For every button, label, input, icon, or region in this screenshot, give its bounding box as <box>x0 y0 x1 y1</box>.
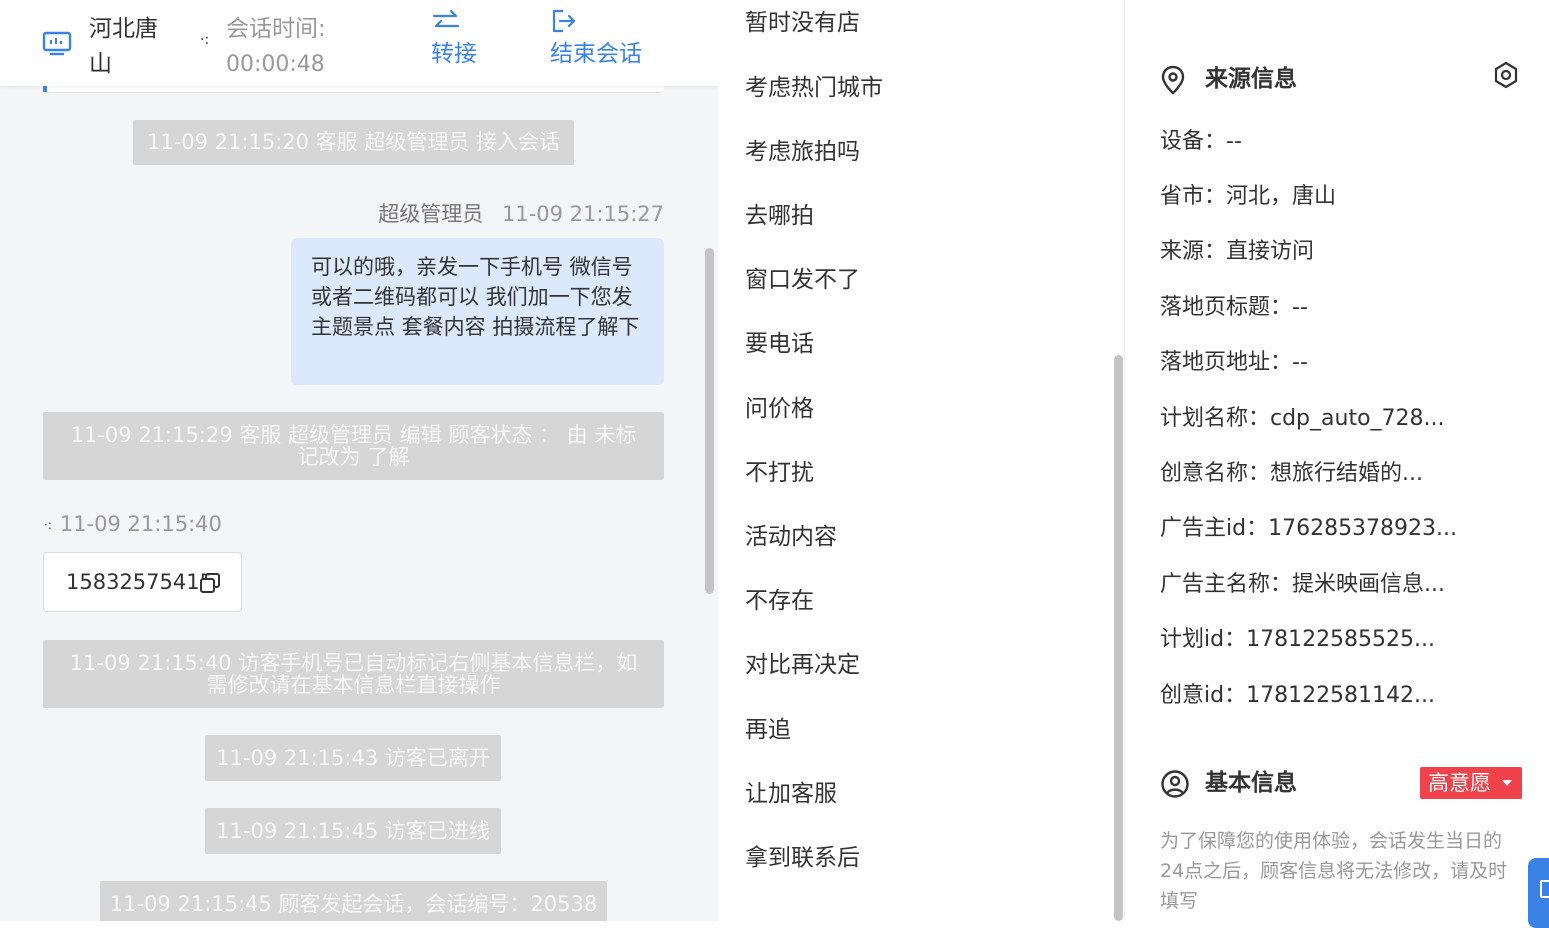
quick-reply-item[interactable]: 活动内容 <box>745 522 837 552</box>
source-plan-id: 计划id：178122585525... <box>1160 627 1436 652</box>
intent-level-label: 高意愿 <box>1428 771 1491 795</box>
system-message-started: 11-09 21:15:45 顾客发起会话，会话编号：20538 <box>100 881 607 921</box>
source-creative-name: 创意名称：想旅行结婚的... <box>1160 461 1423 486</box>
end-session-button[interactable]: 结束会话 <box>550 8 642 72</box>
source-creative-id: 创意id：178122581142... <box>1160 683 1436 708</box>
system-message-left: 11-09 21:15:43 访客已离开 <box>205 735 501 781</box>
edit-icon <box>1540 880 1549 898</box>
quick-reply-item[interactable]: 去哪拍 <box>745 201 814 231</box>
agent-name: 超级管理员 <box>378 202 484 226</box>
user-circle-icon <box>1161 770 1189 798</box>
transfer-label: 转接 <box>431 41 477 67</box>
visitor-avatar-icon: ·: <box>44 518 52 532</box>
visitor-phone-message: 15832575415 <box>43 552 242 612</box>
customer-info-panel: 来源信息 设备：-- 省市：河北，唐山 来源：直接访问 落地页标题：-- 落地页… <box>1125 0 1549 921</box>
chat-header: 河北唐山 ·: 会话时间: 00:00:48 转接 结束会话 <box>0 0 718 86</box>
edit-deadline-notice: 为了保障您的使用体验，会话发生当日的24点之后，顾客信息将无法修改，请及时填写 <box>1160 830 1508 912</box>
quick-reply-item[interactable]: 考虑旅拍吗 <box>745 137 860 167</box>
end-session-label: 结束会话 <box>550 41 642 67</box>
agent-message-meta: 超级管理员 11-09 21:15:27 <box>378 198 664 228</box>
source-advertiser-id: 广告主id：176285378923... <box>1160 516 1458 541</box>
quick-reply-item[interactable]: 不存在 <box>745 586 814 616</box>
system-message-accept: 11-09 21:15:20 客服 超级管理员 接入会话 <box>133 120 574 165</box>
session-time-value: 00:00:48 <box>226 52 325 77</box>
monitor-icon <box>42 31 72 56</box>
quick-reply-item[interactable]: 窗口发不了 <box>745 265 860 295</box>
quick-reply-panel: 暂时没有店 考虑热门城市 考虑旅拍吗 去哪拍 窗口发不了 要电话 问价格 不打扰… <box>718 0 1125 921</box>
source-info-title: 来源信息 <box>1205 66 1297 92</box>
source-info-header: 来源信息 <box>1160 63 1297 95</box>
system-message-edit: 11-09 21:15:29 客服 超级管理员 编辑 顾客状态 ： 由 未标记改… <box>43 412 664 480</box>
basic-info-header: 基本信息 <box>1160 767 1297 799</box>
quick-reply-item[interactable]: 考虑热门城市 <box>745 73 883 103</box>
visitor-phone-number: 15832575415 <box>66 570 213 594</box>
copy-icon[interactable] <box>199 572 221 594</box>
quick-reply-item[interactable]: 问价格 <box>745 394 814 424</box>
quick-reply-item[interactable]: 要电话 <box>745 329 814 359</box>
caret-down-icon <box>1502 780 1512 786</box>
source-region: 省市：河北，唐山 <box>1160 184 1337 209</box>
intent-level-dropdown[interactable]: 高意愿 <box>1420 767 1522 799</box>
quick-reply-item[interactable]: 拿到联系后 <box>745 843 860 873</box>
quick-reply-item[interactable]: 对比再决定 <box>745 650 860 680</box>
exit-icon <box>552 9 576 33</box>
quick-reply-item[interactable]: 暂时没有店 <box>745 8 860 38</box>
source-device: 设备：-- <box>1160 129 1242 154</box>
source-channel: 来源：直接访问 <box>1160 239 1315 264</box>
session-time-label: 会话时间: <box>226 16 326 42</box>
visitor-status-icon: ·: <box>200 32 210 48</box>
quick-reply-item[interactable]: 让加客服 <box>745 779 837 809</box>
source-plan-name: 计划名称：cdp_auto_728... <box>1160 406 1445 431</box>
transfer-button[interactable]: 转接 <box>431 8 477 72</box>
location-pin-icon <box>1161 65 1185 95</box>
basic-info-title: 基本信息 <box>1205 770 1297 796</box>
visitor-message-meta: ·: 11-09 21:15:40 <box>44 512 222 536</box>
visitor-message-time: 11-09 21:15:40 <box>59 512 222 536</box>
agent-message-bubble: 可以的哦，亲发一下手机号 微信号或者二维码都可以 我们加一下您发主题景点 套餐内… <box>291 238 664 385</box>
source-landing-url: 落地页地址：-- <box>1160 350 1308 375</box>
source-advertiser-name: 广告主名称：提米映画信息... <box>1160 572 1445 597</box>
settings-icon[interactable] <box>1491 60 1521 90</box>
visitor-name: 河北唐山 <box>89 16 158 77</box>
quick-reply-item[interactable]: 再追 <box>745 715 791 745</box>
transfer-icon <box>432 9 460 28</box>
chat-panel: 河北唐山 ·: 会话时间: 00:00:48 转接 结束会话 11-09 21:… <box>0 0 718 921</box>
quick-reply-scrollbar[interactable] <box>1114 355 1123 921</box>
system-message-autotag: 11-09 21:15:40 访客手机号已自动标记右侧基本信息栏，如需修改请在基… <box>43 640 664 708</box>
floating-action-button[interactable] <box>1528 858 1549 928</box>
agent-message-time: 11-09 21:15:27 <box>501 202 664 226</box>
system-message-joined: 11-09 21:15:45 访客已进线 <box>205 808 501 854</box>
chat-scrollbar[interactable] <box>705 248 714 594</box>
source-landing-title: 落地页标题：-- <box>1160 295 1308 320</box>
quick-reply-item[interactable]: 不打扰 <box>745 458 814 488</box>
